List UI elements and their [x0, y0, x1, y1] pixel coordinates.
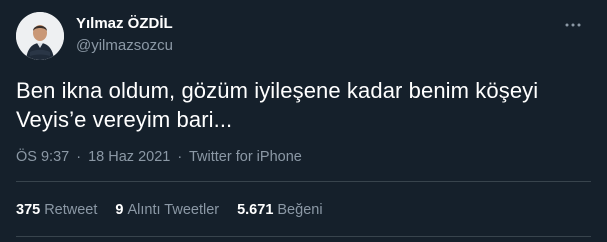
more-button[interactable]	[560, 12, 586, 38]
tweet-text-line: Veyis’e vereyim bari...	[16, 107, 233, 132]
engagement-stats: 375 Retweet 9 Alıntı Tweetler 5.671 Beğeni	[16, 202, 323, 218]
quotes-label: Alıntı Tweetler	[127, 202, 220, 218]
quotes-count: 9	[115, 202, 124, 218]
likes-count: 5.671	[237, 202, 274, 218]
divider	[16, 181, 591, 182]
tweet-text-line: Ben ikna oldum, gözüm iyileşene kadar be…	[16, 78, 539, 103]
more-horizontal-icon	[565, 23, 581, 27]
meta-separator: ·	[177, 149, 183, 165]
tweet-source[interactable]: Twitter for iPhone	[189, 149, 302, 165]
avatar[interactable]	[16, 12, 64, 60]
quotes-stat[interactable]: 9 Alıntı Tweetler	[115, 202, 219, 218]
divider	[16, 236, 591, 237]
author-handle[interactable]: @yilmazsozcu	[76, 37, 173, 54]
retweets-label: Retweet	[44, 202, 98, 218]
likes-stat[interactable]: 5.671 Beğeni	[237, 202, 322, 218]
tweet-metadata: ÖS 9:37 · 18 Haz 2021 · Twitter for iPho…	[16, 149, 302, 165]
likes-label: Beğeni	[277, 202, 323, 218]
author-name[interactable]: Yılmaz ÖZDİL	[76, 15, 173, 32]
tweet-card: Yılmaz ÖZDİL @yilmazsozcu Ben ikna oldum…	[0, 0, 607, 242]
retweets-stat[interactable]: 375 Retweet	[16, 202, 97, 218]
meta-separator: ·	[76, 149, 82, 165]
retweets-count: 375	[16, 202, 41, 218]
tweet-text: Ben ikna oldum, gözüm iyileşene kadar be…	[16, 76, 586, 134]
tweet-time[interactable]: ÖS 9:37	[16, 149, 69, 165]
tweet-date[interactable]: 18 Haz 2021	[88, 149, 170, 165]
avatar-image	[16, 12, 64, 60]
